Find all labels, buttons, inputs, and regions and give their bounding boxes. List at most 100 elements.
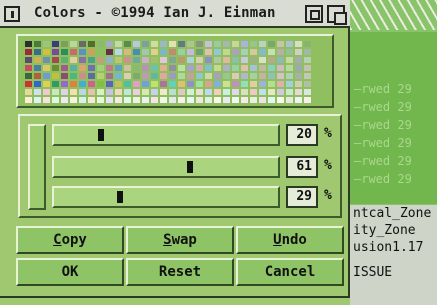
palette-swatch[interactable] [196, 97, 203, 103]
palette-swatch[interactable] [250, 81, 257, 87]
palette-swatch[interactable] [34, 41, 41, 47]
palette-swatch[interactable] [268, 49, 275, 55]
palette-swatch[interactable] [268, 81, 275, 87]
depth-gadget-icon[interactable] [327, 5, 347, 25]
palette-swatch[interactable] [124, 73, 131, 79]
palette-swatch[interactable] [97, 97, 104, 103]
palette-swatch[interactable] [304, 73, 311, 79]
palette-swatch[interactable] [142, 97, 149, 103]
palette-swatch[interactable] [160, 81, 167, 87]
palette-swatch[interactable] [115, 73, 122, 79]
palette-swatch[interactable] [142, 81, 149, 87]
palette-swatch[interactable] [79, 97, 86, 103]
palette-swatch[interactable] [97, 57, 104, 63]
palette-swatch[interactable] [88, 73, 95, 79]
palette-swatch[interactable] [205, 81, 212, 87]
palette-swatch[interactable] [133, 89, 140, 95]
palette-swatch[interactable] [259, 57, 266, 63]
palette-swatch[interactable] [223, 49, 230, 55]
palette-swatch[interactable] [142, 65, 149, 71]
palette-swatch[interactable] [97, 41, 104, 47]
palette-swatch[interactable] [268, 41, 275, 47]
palette-swatch[interactable] [214, 65, 221, 71]
palette-swatch[interactable] [133, 65, 140, 71]
palette-swatch[interactable] [79, 81, 86, 87]
palette-swatch[interactable] [223, 65, 230, 71]
palette-swatch[interactable] [178, 57, 185, 63]
palette-swatch[interactable] [88, 81, 95, 87]
palette-swatch[interactable] [115, 89, 122, 95]
palette-swatch[interactable] [304, 81, 311, 87]
palette-swatch[interactable] [286, 89, 293, 95]
palette-swatch[interactable] [241, 49, 248, 55]
palette-swatch[interactable] [115, 65, 122, 71]
palette-swatch[interactable] [52, 49, 59, 55]
palette-swatch[interactable] [124, 49, 131, 55]
palette-swatch[interactable] [133, 81, 140, 87]
palette-swatch[interactable] [277, 81, 284, 87]
palette-swatch[interactable] [277, 49, 284, 55]
palette-swatch[interactable] [241, 57, 248, 63]
window-titlebar[interactable]: Colors - ©1994 Ian J. Einman [0, 0, 350, 28]
palette-swatch[interactable] [52, 81, 59, 87]
palette-swatch[interactable] [160, 73, 167, 79]
palette-swatch[interactable] [70, 81, 77, 87]
palette-swatch[interactable] [241, 97, 248, 103]
palette-swatch[interactable] [133, 49, 140, 55]
palette-swatch[interactable] [151, 65, 158, 71]
palette-swatch[interactable] [277, 41, 284, 47]
palette-swatch[interactable] [232, 81, 239, 87]
palette-swatch[interactable] [43, 89, 50, 95]
palette-swatch[interactable] [259, 49, 266, 55]
palette-swatch[interactable] [34, 73, 41, 79]
palette-swatch[interactable] [205, 89, 212, 95]
palette-swatch[interactable] [124, 89, 131, 95]
palette-swatch[interactable] [160, 97, 167, 103]
palette-swatch[interactable] [43, 57, 50, 63]
palette-swatch[interactable] [214, 81, 221, 87]
palette-swatch[interactable] [106, 41, 113, 47]
palette-swatch[interactable] [70, 57, 77, 63]
palette-swatch[interactable] [25, 57, 32, 63]
palette-swatch[interactable] [232, 41, 239, 47]
palette-swatch[interactable] [223, 89, 230, 95]
zoom-gadget-icon[interactable] [305, 5, 323, 23]
palette-swatch[interactable] [106, 65, 113, 71]
palette-swatch[interactable] [133, 41, 140, 47]
palette-swatch[interactable] [250, 97, 257, 103]
reset-button[interactable]: Reset [126, 258, 234, 286]
palette-swatch[interactable] [295, 57, 302, 63]
palette-swatch[interactable] [286, 81, 293, 87]
palette-swatch[interactable] [142, 89, 149, 95]
blue-slider[interactable] [52, 186, 280, 208]
palette-swatch[interactable] [43, 81, 50, 87]
palette-swatch[interactable] [187, 49, 194, 55]
palette-swatch[interactable] [115, 81, 122, 87]
palette-swatch[interactable] [52, 57, 59, 63]
palette-swatch[interactable] [43, 49, 50, 55]
palette-swatch[interactable] [115, 57, 122, 63]
palette-swatch[interactable] [52, 65, 59, 71]
palette-swatch[interactable] [241, 89, 248, 95]
palette-swatch[interactable] [79, 57, 86, 63]
palette-swatch[interactable] [70, 73, 77, 79]
palette-swatch[interactable] [169, 89, 176, 95]
palette-swatch[interactable] [223, 41, 230, 47]
palette-swatch[interactable] [241, 73, 248, 79]
palette-swatch[interactable] [232, 49, 239, 55]
palette-swatch[interactable] [259, 89, 266, 95]
palette-swatch[interactable] [115, 49, 122, 55]
palette-swatch[interactable] [25, 49, 32, 55]
palette-swatch[interactable] [160, 65, 167, 71]
palette-swatch[interactable] [187, 73, 194, 79]
palette-swatch[interactable] [259, 65, 266, 71]
palette-swatch[interactable] [79, 65, 86, 71]
palette-swatch[interactable] [286, 73, 293, 79]
palette-swatch[interactable] [295, 89, 302, 95]
palette-swatch[interactable] [34, 65, 41, 71]
palette-swatch[interactable] [25, 89, 32, 95]
palette-swatch[interactable] [268, 73, 275, 79]
palette-swatch[interactable] [70, 49, 77, 55]
palette-swatch[interactable] [205, 73, 212, 79]
palette-swatch[interactable] [304, 65, 311, 71]
